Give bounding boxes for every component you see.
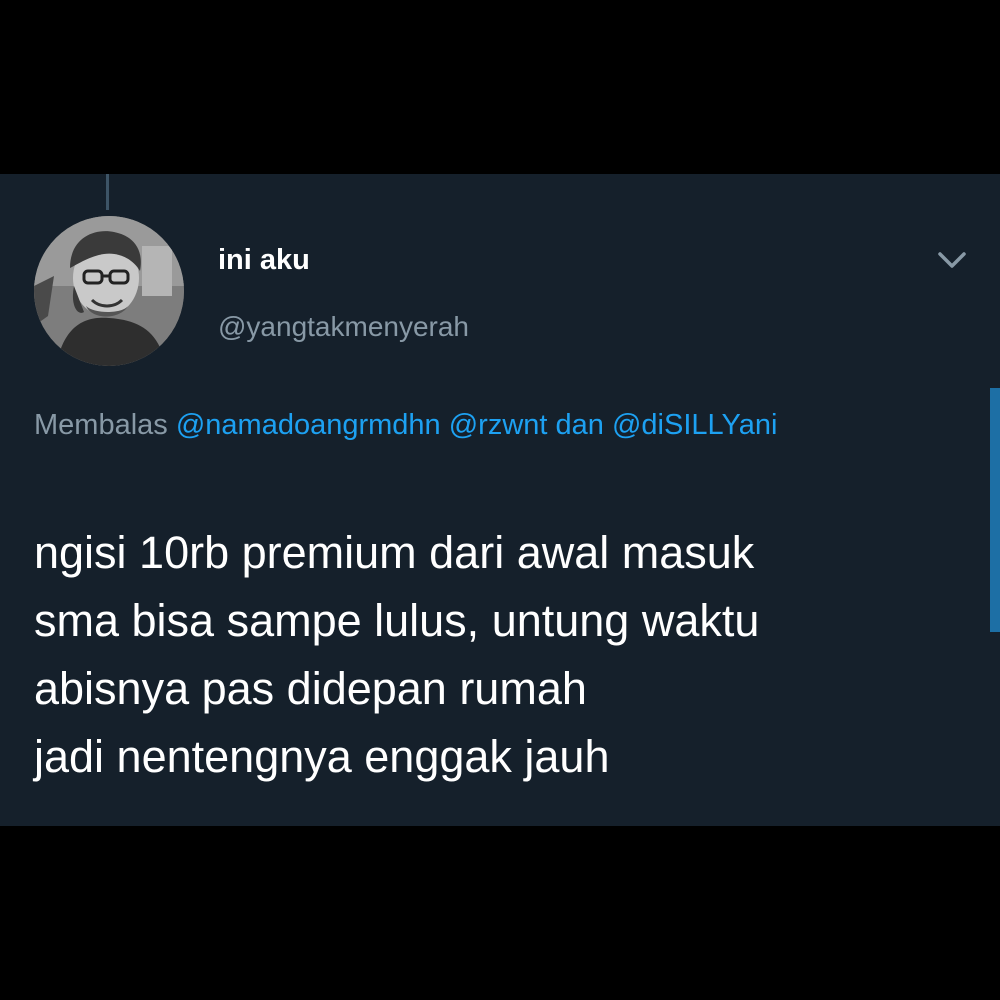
thread-connector-line (106, 174, 109, 210)
tweet-text-line: ngisi 10rb premium dari awal masuk (34, 527, 755, 578)
mention-link[interactable]: @diSILLYani (612, 409, 777, 441)
tweet-card[interactable]: ini aku @yangtakmenyerah Membalas @namad… (0, 174, 1000, 826)
mention-link[interactable]: @rzwnt (449, 409, 548, 441)
screenshot-frame: ini aku @yangtakmenyerah Membalas @namad… (0, 0, 1000, 1000)
chevron-down-icon (938, 252, 966, 268)
tweet-text-line: sma bisa sampe lulus, untung waktu (34, 595, 760, 646)
tweet-text: ngisi 10rb premium dari awal masuk sma b… (34, 519, 964, 791)
mention-link[interactable]: @namadoangrmdhn (176, 409, 441, 441)
reply-conjunction: dan (555, 409, 604, 441)
scrollbar[interactable] (990, 388, 1000, 632)
tweet-text-line: abisnya pas didepan rumah (34, 663, 587, 714)
reply-context: Membalas @namadoangrmdhn @rzwnt dan @diS… (34, 402, 934, 448)
user-handle[interactable]: @yangtakmenyerah (218, 311, 469, 343)
avatar[interactable] (34, 216, 184, 366)
tweet-text-line: jadi nentengnya enggak jauh (34, 731, 610, 782)
display-name[interactable]: ini aku (218, 244, 310, 277)
reply-prefix: Membalas (34, 409, 168, 441)
user-avatar-icon (34, 216, 184, 366)
tweet-menu-button[interactable] (932, 246, 972, 274)
